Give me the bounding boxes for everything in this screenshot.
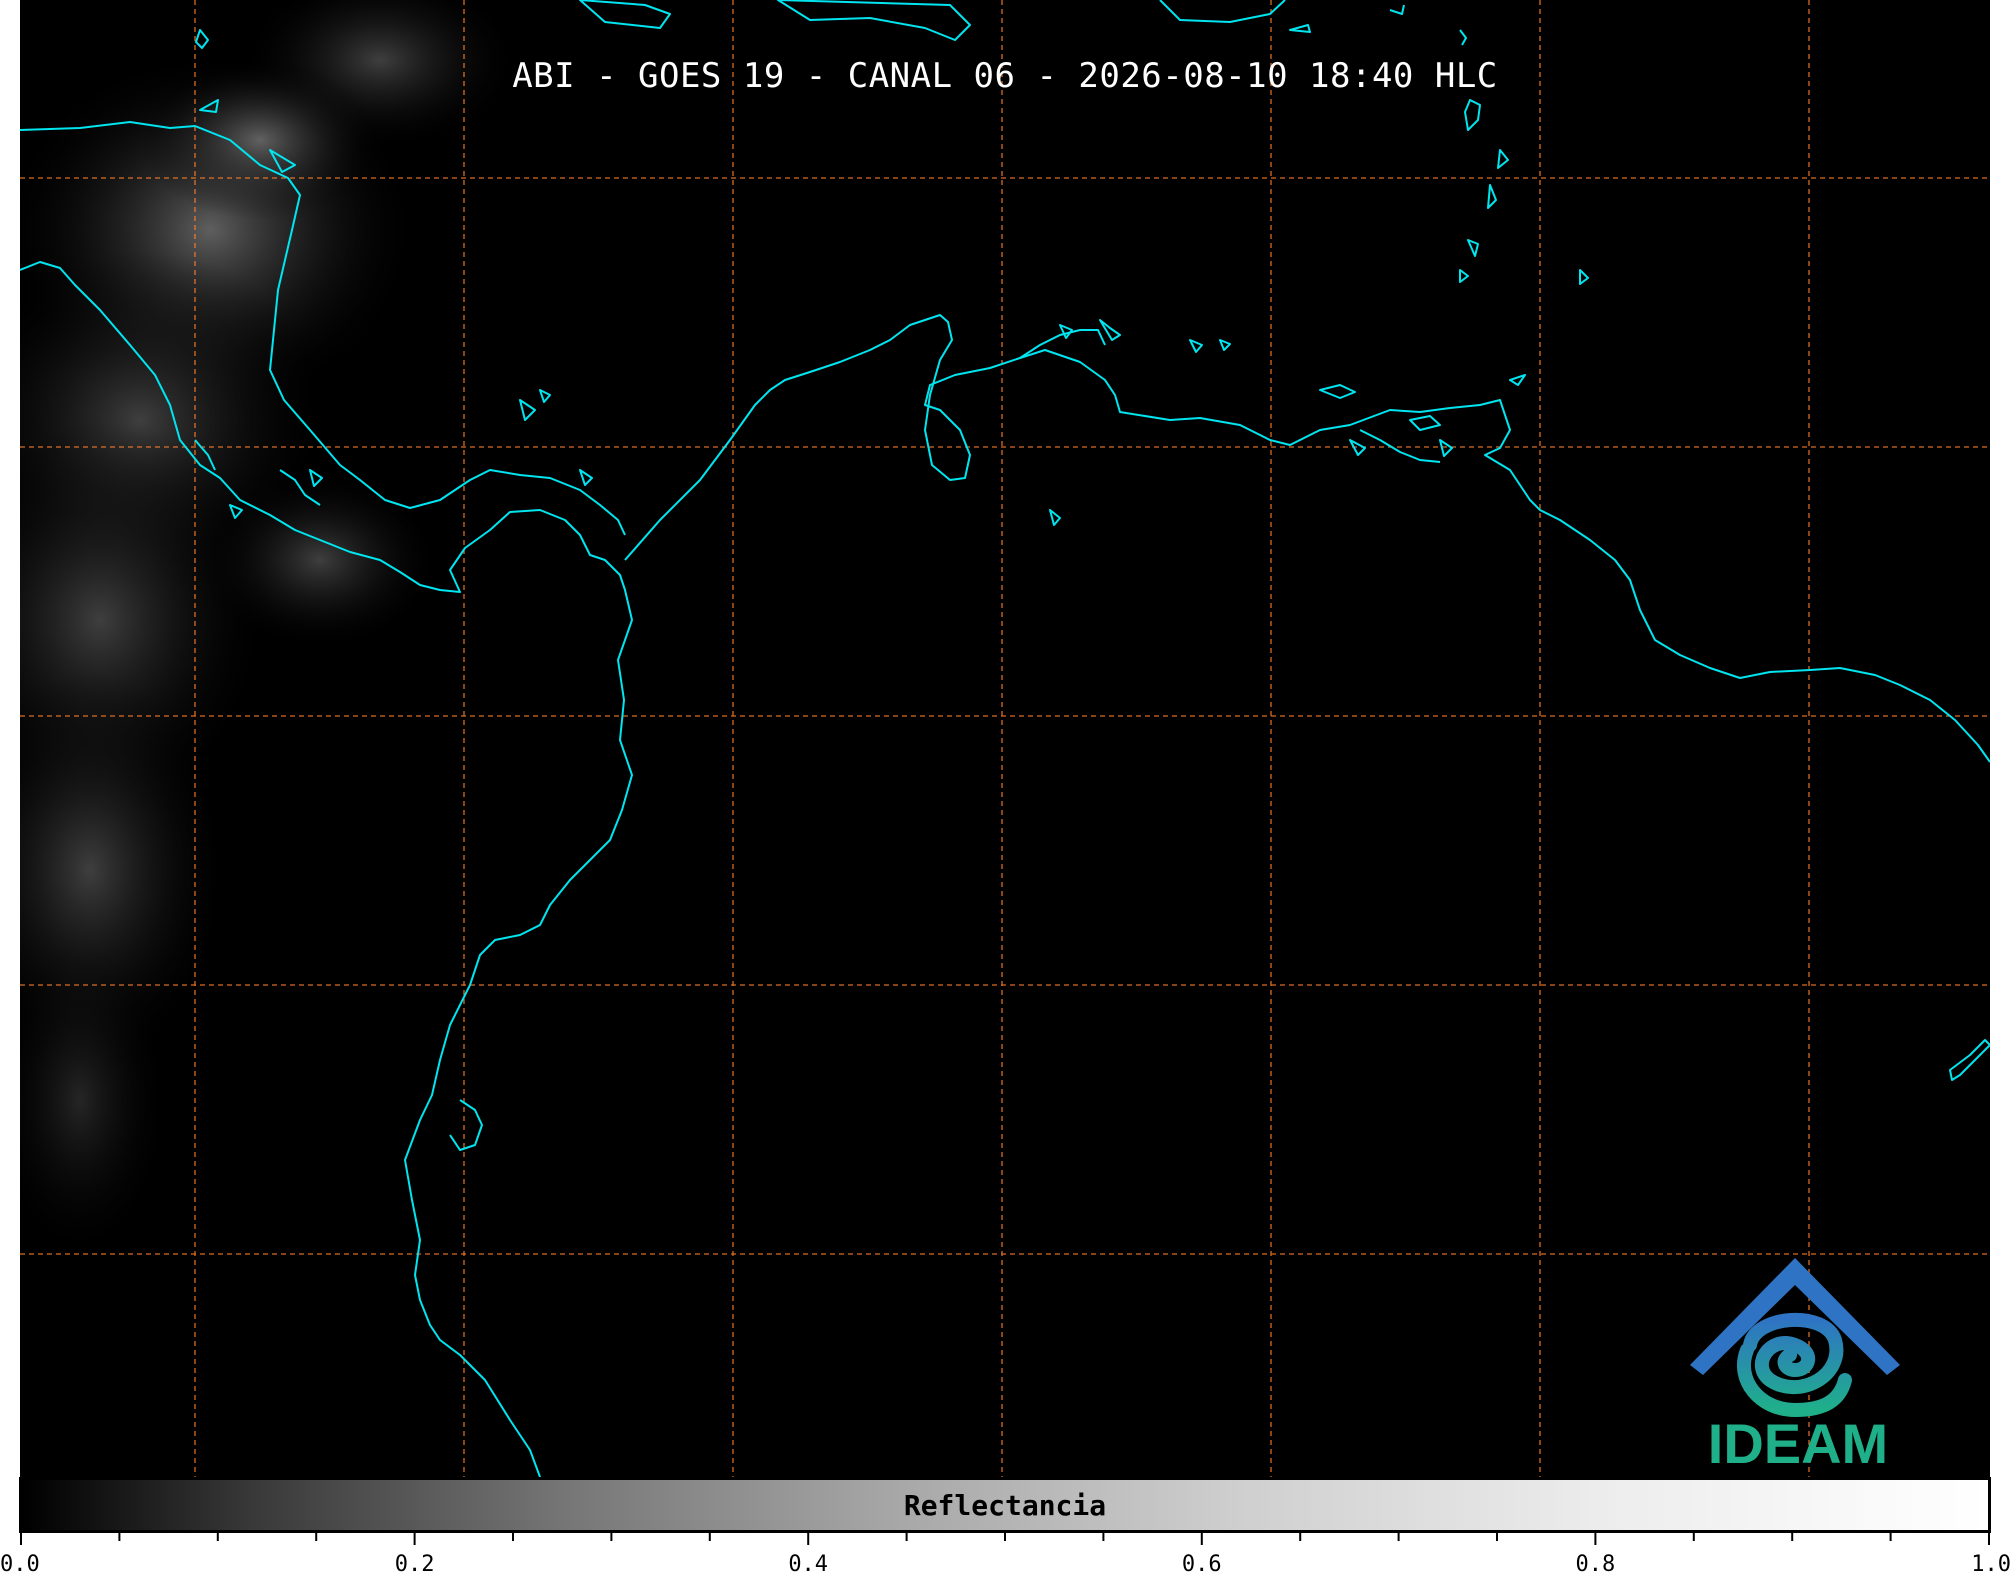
tick-label: 1.0: [1971, 1552, 2011, 1577]
tick-label: 0.0: [0, 1552, 40, 1577]
satellite-map: IDEAM ABI - GOES 19 - CANAL 06 - 2026-08…: [20, 0, 1990, 1477]
logo-text: IDEAM: [1708, 1412, 1888, 1475]
tick-label: 0.2: [395, 1552, 435, 1577]
cloud-cover: [20, 0, 520, 1260]
logo-spiral-icon: [1736, 1313, 1852, 1418]
colorbar-label: Reflectancia: [903, 1488, 1107, 1522]
ideam-logo: [1690, 1258, 1900, 1418]
map-canvas: IDEAM: [20, 0, 1990, 1477]
map-title: ABI - GOES 19 - CANAL 06 - 2026-08-10 18…: [512, 56, 1498, 96]
tick-label: 0.6: [1182, 1552, 1222, 1577]
colorbar-ticks: 0.0 0.2 0.4 0.6 0.8 1.0: [0, 1533, 2011, 1577]
tick-label: 0.4: [788, 1552, 828, 1577]
tick-label: 0.8: [1576, 1552, 1616, 1577]
colorbar: Reflectancia: [19, 1477, 1991, 1533]
